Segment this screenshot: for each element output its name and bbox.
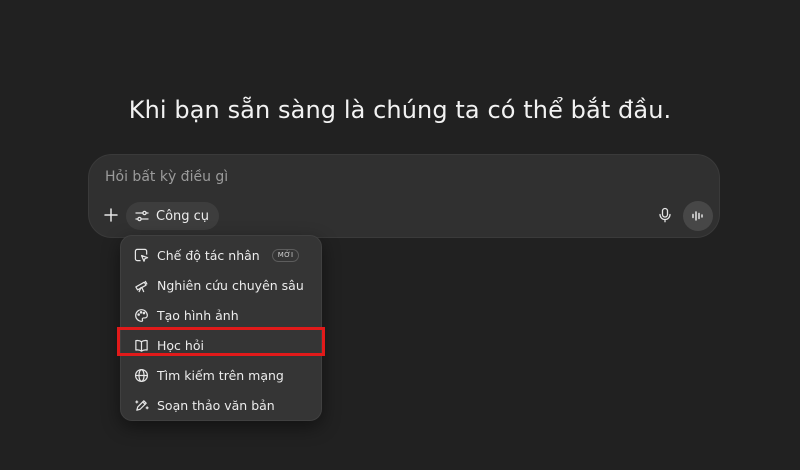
plus-icon [103, 207, 119, 223]
menu-item-study[interactable]: Học hỏi [121, 330, 321, 360]
menu-item-label: Tìm kiếm trên mạng [157, 367, 284, 383]
menu-item-label: Học hỏi [157, 337, 204, 353]
tools-menu: Chế độ tác nhân MỚI Nghiên cứu chuyên sâ… [120, 235, 322, 421]
agent-cursor-icon [133, 247, 149, 263]
menu-item-web-search[interactable]: Tìm kiếm trên mạng [121, 360, 321, 390]
globe-icon [133, 367, 149, 383]
add-attachment-button[interactable] [99, 203, 123, 227]
prompt-composer: Công cụ [88, 154, 720, 238]
tools-label: Công cụ [156, 208, 210, 224]
menu-item-deep-research[interactable]: Nghiên cứu chuyên sâu [121, 270, 321, 300]
menu-item-label: Chế độ tác nhân [157, 247, 260, 263]
menu-item-label: Tạo hình ảnh [157, 307, 239, 323]
menu-item-create-image[interactable]: Tạo hình ảnh [121, 300, 321, 330]
new-badge: MỚI [271, 248, 300, 262]
microphone-icon [657, 207, 673, 223]
prompt-input[interactable] [105, 165, 665, 189]
menu-item-write-text[interactable]: Soạn thảo văn bản [121, 390, 321, 420]
palette-icon [133, 307, 149, 323]
voice-mode-button[interactable] [683, 201, 713, 231]
book-open-icon [133, 337, 149, 353]
pen-icon [133, 397, 149, 413]
sliders-icon [134, 208, 150, 224]
waveform-icon [690, 208, 706, 224]
menu-item-agent-mode[interactable]: Chế độ tác nhân MỚI [121, 240, 321, 270]
menu-item-label: Soạn thảo văn bản [157, 397, 275, 413]
dictate-button[interactable] [653, 203, 677, 227]
page-headline: Khi bạn sẵn sàng là chúng ta có thể bắt … [128, 96, 672, 124]
menu-item-label: Nghiên cứu chuyên sâu [157, 277, 304, 293]
tools-button[interactable]: Công cụ [126, 202, 220, 230]
telescope-icon [133, 277, 149, 293]
